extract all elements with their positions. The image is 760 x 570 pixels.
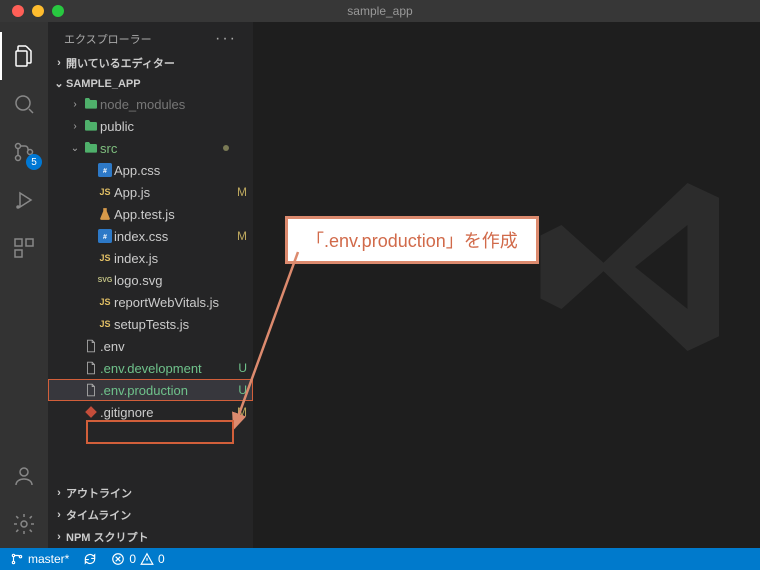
chevron-right-icon: › (52, 531, 66, 543)
maximize-window-icon[interactable] (52, 5, 64, 17)
settings-icon[interactable] (0, 500, 48, 548)
file-name: .env (100, 339, 233, 354)
vscode-watermark-icon (530, 162, 740, 372)
file-icon: SVG (96, 277, 114, 284)
chevron-icon: ⌄ (68, 143, 82, 154)
file-icon (82, 118, 100, 134)
open-editors-section[interactable]: › 開いているエディター (48, 52, 253, 74)
file-icon: JS (96, 187, 114, 197)
extensions-tab[interactable] (0, 224, 48, 272)
file-icon (82, 405, 100, 419)
minimize-window-icon[interactable] (32, 5, 44, 17)
file-name: App.js (114, 185, 233, 200)
svg-text:#: # (103, 234, 107, 241)
status-bar: master* 0 0 (0, 548, 760, 570)
project-section[interactable]: ⌄ SAMPLE_APP (48, 74, 253, 93)
timeline-section[interactable]: › タイムライン (48, 504, 253, 526)
npm-section[interactable]: › NPM スクリプト (48, 526, 253, 548)
file-name: .gitignore (100, 405, 233, 420)
titlebar: sample_app (0, 0, 760, 22)
file-icon: JS (96, 253, 114, 263)
file-name: logo.svg (114, 273, 233, 288)
git-status: U (233, 383, 247, 397)
chevron-icon: › (68, 121, 82, 132)
explorer-title: エクスプローラー (64, 31, 152, 47)
git-status: U (233, 361, 247, 375)
tree-item[interactable]: JSApp.jsM (48, 181, 253, 203)
file-icon (82, 140, 100, 156)
git-status: M (233, 405, 247, 419)
status-branch[interactable]: master* (10, 552, 69, 566)
file-icon (96, 207, 114, 221)
chevron-right-icon: › (52, 509, 66, 521)
tree-item[interactable]: JSreportWebVitals.js (48, 291, 253, 313)
tree-item[interactable]: ⌄ src (48, 137, 253, 159)
git-status: M (233, 229, 247, 243)
file-name: App.test.js (114, 207, 233, 222)
tree-item[interactable]: .env (48, 335, 253, 357)
file-icon: JS (96, 319, 114, 329)
svg-text:#: # (103, 168, 107, 175)
explorer-tab[interactable] (0, 32, 48, 80)
file-name: node_modules (100, 97, 233, 112)
tree-item[interactable]: .env.developmentU (48, 357, 253, 379)
file-name: reportWebVitals.js (114, 295, 233, 310)
file-name: src (100, 141, 223, 156)
file-icon (82, 383, 100, 397)
file-icon: JS (96, 297, 114, 307)
file-name: .env.development (100, 361, 233, 376)
debug-tab[interactable] (0, 176, 48, 224)
chevron-down-icon: ⌄ (52, 77, 66, 90)
scm-badge: 5 (26, 154, 42, 170)
tree-item[interactable]: # index.cssM (48, 225, 253, 247)
explorer-more-icon[interactable]: ··· (215, 30, 237, 48)
annotation-callout: 「.env.production」を作成 (285, 216, 539, 264)
tree-item[interactable]: SVGlogo.svg (48, 269, 253, 291)
file-name: index.css (114, 229, 233, 244)
file-tree: ›node_modules›public⌄src#App.cssJSApp.js… (48, 93, 253, 482)
file-icon: # (96, 229, 114, 243)
branch-icon (10, 552, 24, 566)
file-icon (82, 96, 100, 112)
git-status: M (233, 185, 247, 199)
outline-section[interactable]: › アウトライン (48, 482, 253, 504)
file-icon: # (96, 163, 114, 177)
warning-icon (140, 552, 154, 566)
editor-area (253, 22, 760, 548)
tree-item[interactable]: # App.css (48, 159, 253, 181)
tree-item[interactable]: .env.productionU (48, 379, 253, 401)
file-name: setupTests.js (114, 317, 233, 332)
chevron-right-icon: › (52, 487, 66, 499)
activity-bar: 5 (0, 22, 48, 548)
tree-item[interactable]: App.test.js (48, 203, 253, 225)
search-tab[interactable] (0, 80, 48, 128)
chevron-icon: › (68, 99, 82, 110)
tree-item[interactable]: .gitignoreM (48, 401, 253, 423)
scm-tab[interactable]: 5 (0, 128, 48, 176)
status-problems[interactable]: 0 0 (111, 552, 164, 566)
file-name: .env.production (100, 383, 233, 398)
window-controls[interactable] (12, 5, 64, 17)
sync-icon (83, 552, 97, 566)
error-icon (111, 552, 125, 566)
tree-item[interactable]: › public (48, 115, 253, 137)
file-name: public (100, 119, 233, 134)
tree-item[interactable]: JSindex.js (48, 247, 253, 269)
chevron-right-icon: › (52, 57, 66, 69)
file-icon (82, 339, 100, 353)
close-window-icon[interactable] (12, 5, 24, 17)
tree-item[interactable]: JSsetupTests.js (48, 313, 253, 335)
window-title: sample_app (347, 4, 412, 18)
dirty-dot-icon (223, 145, 229, 151)
sidebar: エクスプローラー ··· › 開いているエディター ⌄ SAMPLE_APP ›… (48, 22, 253, 548)
file-name: index.js (114, 251, 233, 266)
file-icon (82, 361, 100, 375)
status-sync[interactable] (83, 552, 97, 566)
tree-item[interactable]: › node_modules (48, 93, 253, 115)
account-icon[interactable] (0, 452, 48, 500)
file-name: App.css (114, 163, 233, 178)
